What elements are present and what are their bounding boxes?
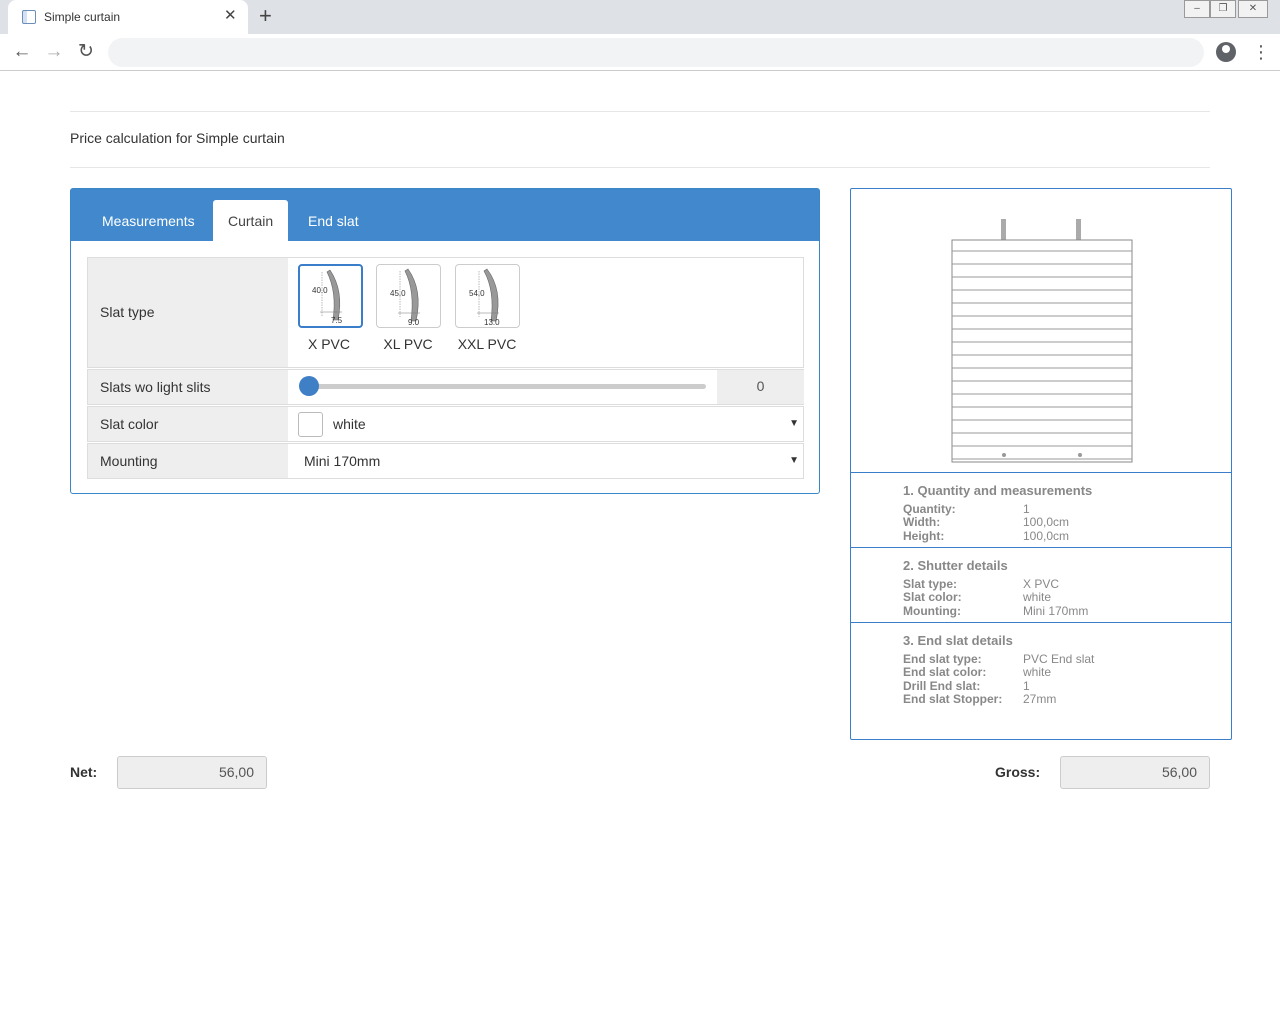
dropdown-caret-icon[interactable]: ▼ (789, 407, 799, 441)
summary-key: Slat color: (903, 590, 962, 604)
title-divider (70, 167, 1210, 168)
slat-color-row[interactable]: Slat color white ▼ (87, 406, 804, 442)
summary-key: End slat color: (903, 665, 987, 679)
close-tab-icon[interactable]: ✕ (224, 7, 237, 25)
summary-value: 1 (1023, 502, 1030, 516)
slat-height: 45.0 (390, 289, 406, 298)
slat-thickness: 7.5 (331, 316, 343, 325)
browser-tab-title: Simple curtain (44, 10, 121, 24)
configuration-panel: Measurements Curtain End slat Slat type … (70, 188, 820, 494)
slat-type-row: Slat type 40.0 7.5 X PVC 45.0 9.0 XL PVC (87, 257, 804, 368)
forward-icon[interactable]: → (42, 41, 66, 65)
slat-option-label: X PVC (307, 336, 350, 352)
slats-wo-light-slits-row: Slats wo light slits 0 (87, 369, 804, 405)
browser-tab[interactable]: Simple curtain ✕ (8, 0, 248, 34)
summary-key: Width: (903, 515, 941, 529)
tab-end-slat[interactable]: End slat (293, 200, 374, 241)
slat-option-xxl-pvc[interactable]: 54.0 13.0 (455, 264, 520, 328)
slat-height: 40.0 (312, 286, 328, 295)
mounting-value: Mini 170mm (304, 453, 381, 469)
summary-value: white (1023, 665, 1052, 679)
slat-option-xl-pvc[interactable]: 45.0 9.0 (376, 264, 441, 328)
slider-value: 0 (717, 370, 804, 404)
summary-value: 27mm (1023, 692, 1057, 706)
page-favicon-icon (22, 10, 36, 24)
minimize-window-icon[interactable]: – (1184, 0, 1210, 18)
slat-height: 54.0 (469, 289, 485, 298)
curtain-preview (951, 219, 1133, 463)
slat-profile-icon: 45.0 9.0 (390, 268, 420, 327)
summary-section-title: 1. Quantity and measurements (903, 483, 1093, 498)
back-icon[interactable]: ← (10, 41, 34, 65)
tab-measurements[interactable]: Measurements (87, 200, 210, 241)
summary-panel: 1. Quantity and measurements Quantity: 1… (850, 188, 1232, 740)
gross-label: Gross: (995, 764, 1041, 780)
close-window-icon[interactable]: ✕ (1238, 0, 1268, 18)
gross-price-field: 56,00 (1060, 756, 1210, 789)
slat-color-label: Slat color (88, 407, 288, 441)
summary-section-end-slat: 3. End slat details End slat type: PVC E… (851, 622, 1231, 739)
summary-section-quantity: 1. Quantity and measurements Quantity: 1… (851, 472, 1231, 547)
slat-type-label: Slat type (88, 258, 288, 367)
tab-curtain[interactable]: Curtain (213, 200, 289, 241)
summary-value: X PVC (1023, 577, 1060, 591)
slat-option-x-pvc[interactable]: 40.0 7.5 (298, 264, 363, 328)
slat-thickness: 13.0 (484, 318, 500, 327)
summary-key: End slat type: (903, 652, 982, 666)
summary-value: white (1023, 590, 1052, 604)
slat-profile-icon: 54.0 13.0 (469, 268, 500, 327)
summary-key: End slat Stopper: (903, 692, 1003, 706)
top-divider (70, 111, 1210, 112)
slats-wo-light-slits-label: Slats wo light slits (88, 370, 288, 404)
address-bar[interactable] (108, 38, 1204, 67)
profile-icon[interactable] (1216, 42, 1236, 62)
reload-icon[interactable]: ↻ (74, 41, 98, 65)
slider-track[interactable] (310, 384, 706, 389)
slat-option-label: XL PVC (383, 336, 433, 352)
slat-color-value: white (333, 416, 366, 432)
summary-section-shutter: 2. Shutter details Slat type: X PVC Slat… (851, 547, 1231, 622)
tab-bar: Measurements Curtain End slat (71, 189, 819, 241)
page-title: Price calculation for Simple curtain (70, 130, 285, 146)
summary-value: PVC End slat (1023, 652, 1095, 666)
restore-window-icon[interactable]: ❐ (1210, 0, 1236, 18)
browser-tabstrip: Simple curtain ✕ + – ❐ ✕ (0, 0, 1280, 34)
summary-section-title: 2. Shutter details (903, 558, 1008, 573)
net-label: Net: (70, 764, 98, 780)
summary-key: Drill End slat: (903, 679, 981, 693)
summary-value: Mini 170mm (1023, 604, 1089, 618)
new-tab-icon[interactable]: + (259, 3, 272, 29)
net-price-field: 56,00 (117, 756, 267, 789)
summary-key: Height: (903, 529, 945, 543)
slat-thickness: 9.0 (408, 318, 420, 327)
summary-key: Quantity: (903, 502, 956, 516)
browser-toolbar: ← → ↻ ⋮ (0, 34, 1280, 71)
mounting-label: Mounting (88, 444, 288, 478)
slider-handle[interactable] (299, 376, 319, 396)
dropdown-caret-icon[interactable]: ▼ (789, 444, 799, 478)
menu-icon[interactable]: ⋮ (1252, 41, 1270, 63)
color-swatch (298, 412, 323, 437)
summary-value: 100,0cm (1023, 529, 1070, 543)
slat-option-label: XXL PVC (457, 336, 517, 352)
summary-key: Mounting: (903, 604, 961, 618)
summary-section-title: 3. End slat details (903, 633, 1013, 648)
slat-profile-icon: 40.0 7.5 (312, 269, 343, 325)
summary-value: 1 (1023, 679, 1030, 693)
summary-value: 100,0cm (1023, 515, 1070, 529)
mounting-row[interactable]: Mounting Mini 170mm ▼ (87, 443, 804, 479)
summary-key: Slat type: (903, 577, 958, 591)
